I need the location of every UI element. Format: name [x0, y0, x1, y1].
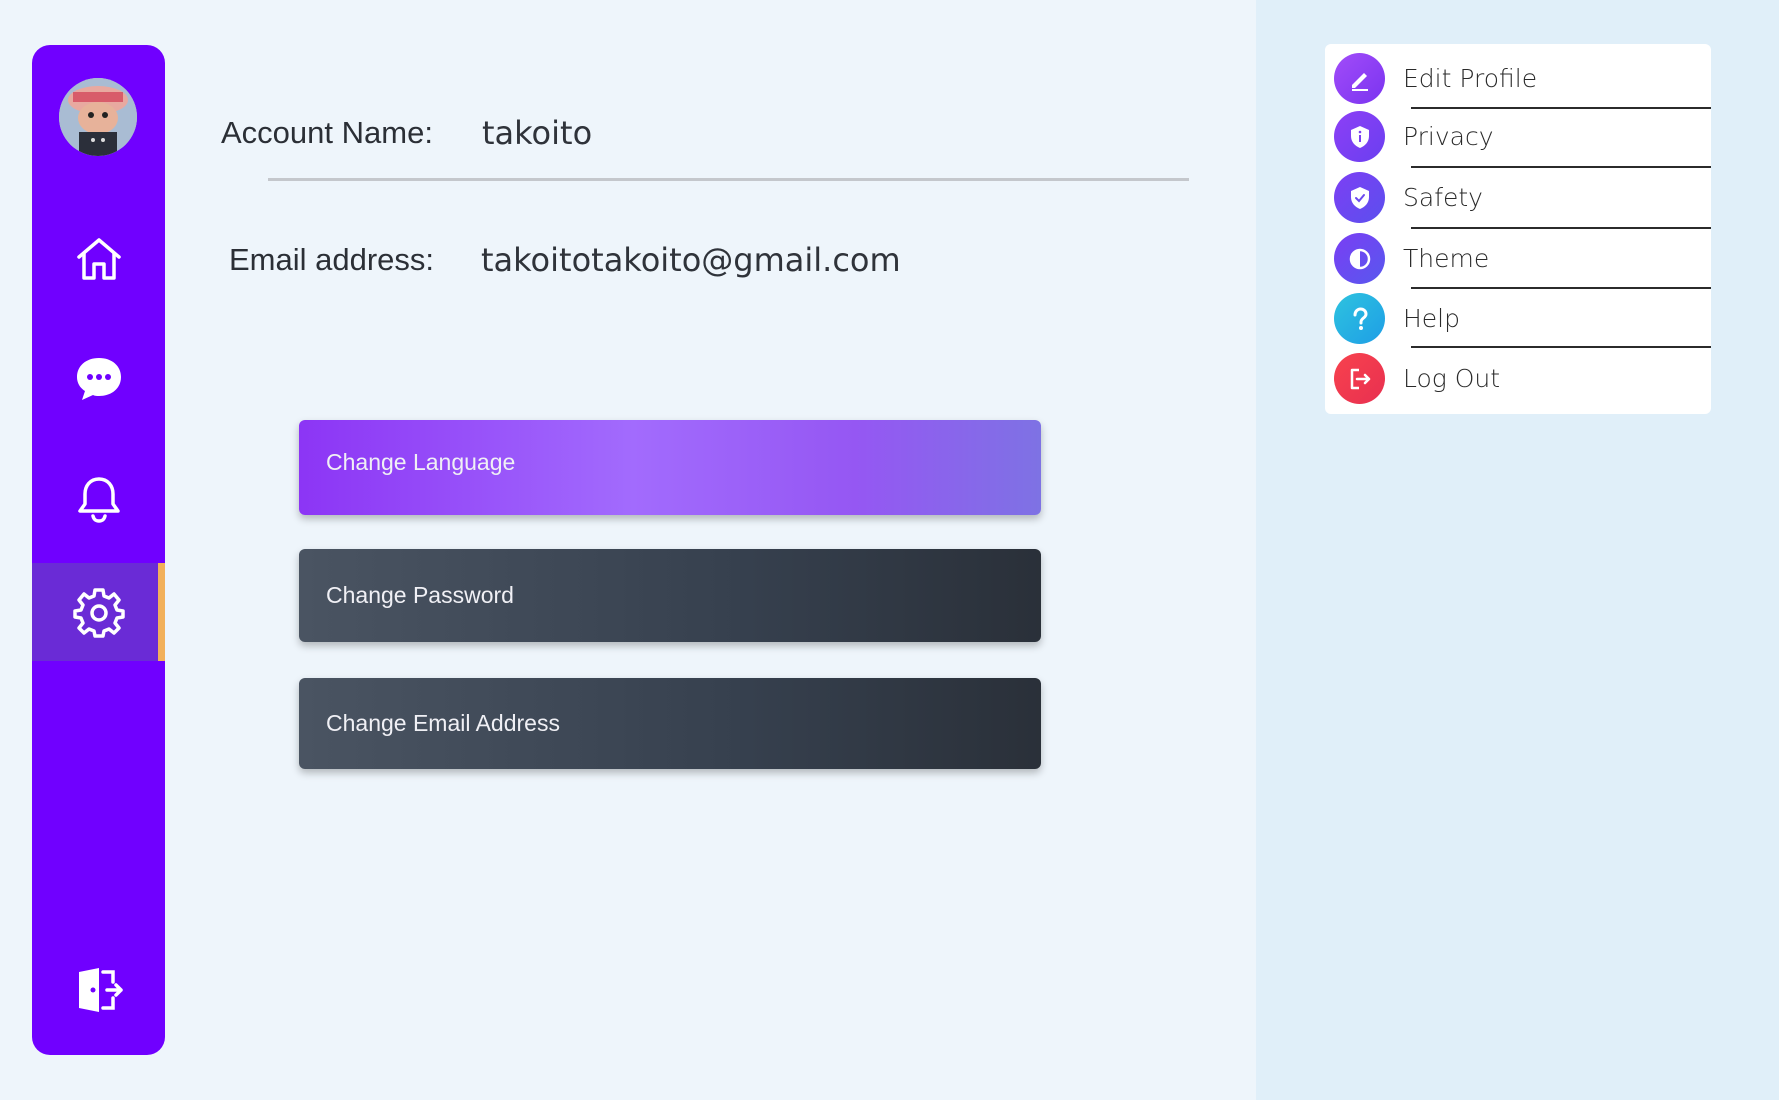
account-divider [268, 178, 1189, 181]
logout-door-icon [78, 968, 123, 1012]
pencil-icon [1334, 53, 1385, 104]
settings-menu: Edit Profile Privacy Safety Theme Help L… [1325, 44, 1711, 414]
logout-icon [1334, 353, 1385, 404]
menu-label-edit-profile: Edit Profile [1403, 64, 1538, 93]
change-password-button[interactable]: Change Password [299, 549, 1041, 642]
change-email-label: Change Email Address [326, 710, 560, 736]
avatar-image [59, 78, 137, 156]
shield-info-icon [1334, 111, 1385, 162]
bell-icon [77, 477, 120, 523]
shield-check-icon [1334, 172, 1385, 223]
change-email-button[interactable]: Change Email Address [299, 678, 1041, 769]
menu-item-help[interactable]: Help [1325, 284, 1711, 344]
change-language-button[interactable]: Change Language [299, 420, 1041, 515]
home-icon [76, 238, 121, 280]
sidebar [32, 45, 165, 1055]
account-name-value: takoito [482, 114, 593, 152]
menu-label-privacy: Privacy [1403, 122, 1494, 151]
menu-label-log-out: Log Out [1403, 364, 1501, 393]
menu-item-edit-profile[interactable]: Edit Profile [1325, 44, 1711, 104]
change-language-label: Change Language [326, 449, 516, 475]
account-name-label: Account Name: [221, 115, 433, 150]
menu-label-theme: Theme [1403, 244, 1490, 273]
email-address-label: Email address: [229, 242, 435, 277]
sidebar-item-settings[interactable] [32, 563, 165, 661]
sidebar-item-notifications[interactable] [32, 450, 165, 548]
change-password-label: Change Password [326, 582, 514, 608]
question-icon [1334, 293, 1385, 344]
chat-icon [76, 358, 121, 400]
sidebar-item-messages[interactable] [32, 330, 165, 428]
menu-item-privacy[interactable]: Privacy [1325, 102, 1711, 162]
sidebar-logout-button[interactable] [32, 941, 165, 1039]
menu-item-safety[interactable]: Safety [1325, 163, 1711, 223]
contrast-icon [1334, 233, 1385, 284]
menu-label-safety: Safety [1403, 183, 1483, 212]
gear-icon [72, 588, 125, 638]
email-address-value: takoitotakoito@gmail.com [481, 241, 901, 279]
settings-page: Account Name: takoito Email address: tak… [0, 0, 1779, 1100]
avatar[interactable] [59, 78, 137, 156]
menu-item-log-out[interactable]: Log Out [1325, 344, 1711, 404]
sidebar-item-home[interactable] [32, 210, 165, 308]
menu-item-theme[interactable]: Theme [1325, 224, 1711, 284]
menu-label-help: Help [1403, 304, 1460, 333]
